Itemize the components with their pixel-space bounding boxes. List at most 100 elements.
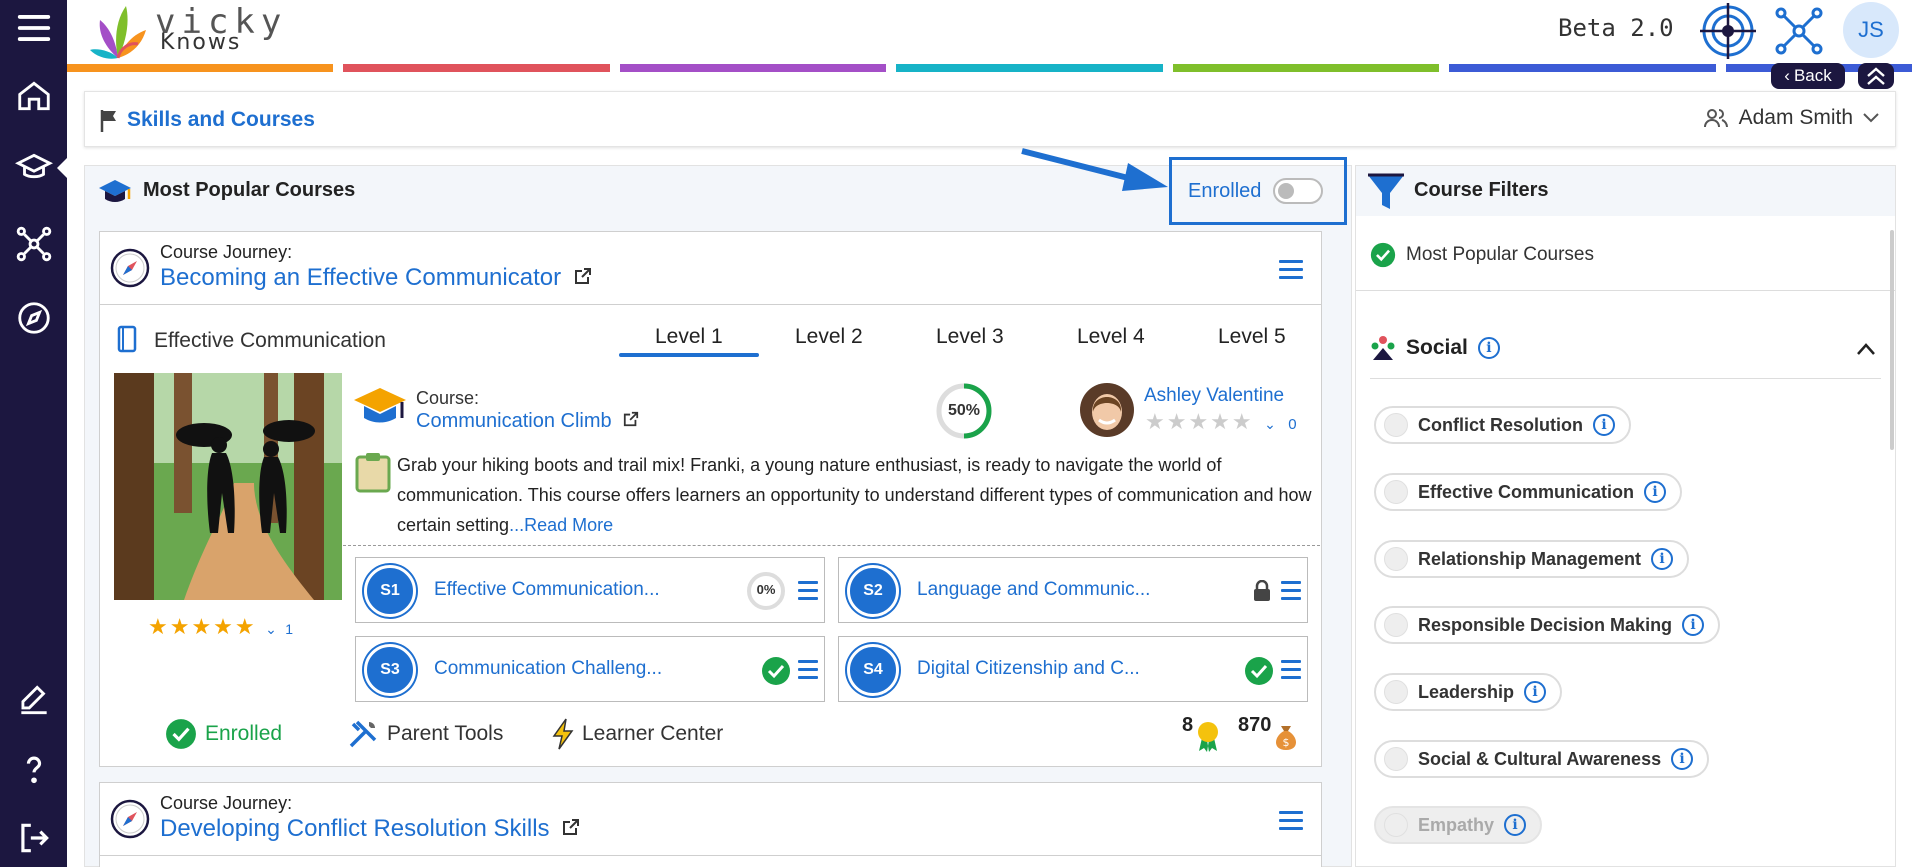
read-more-link[interactable]: ...Read More xyxy=(509,515,613,535)
help-icon[interactable] xyxy=(0,742,67,798)
enrolled-filter-toggle[interactable]: Enrolled xyxy=(1169,157,1347,225)
chevron-up-icon[interactable] xyxy=(1856,342,1876,356)
external-link-icon xyxy=(574,268,591,284)
tab-level-1[interactable]: Level 1 xyxy=(655,325,723,349)
chip-label: Relationship Management xyxy=(1418,548,1642,569)
logout-icon[interactable] xyxy=(0,810,67,866)
radio[interactable] xyxy=(1384,613,1408,637)
tab-level-5[interactable]: Level 5 xyxy=(1218,325,1286,349)
radio[interactable] xyxy=(1384,547,1408,571)
parent-tools-link[interactable]: Parent Tools xyxy=(347,718,503,750)
filter-chip-conflict-resolution[interactable]: Conflict Resolution i xyxy=(1374,406,1631,444)
info-icon[interactable]: i xyxy=(1644,481,1667,503)
course-rating[interactable]: ★★★★★ ⌄ 1 xyxy=(148,614,293,640)
author-avatar[interactable] xyxy=(1079,382,1135,438)
chevron-left-icon: ‹ xyxy=(1784,66,1790,85)
filter-chip-responsible-decision-making[interactable]: Responsible Decision Making i xyxy=(1374,606,1721,644)
home-icon[interactable] xyxy=(0,68,67,124)
lesson-number: S1 xyxy=(364,565,416,617)
tab-level-2[interactable]: Level 2 xyxy=(795,325,863,349)
user-menu[interactable]: Adam Smith xyxy=(1703,106,1879,130)
network-top-icon[interactable] xyxy=(1771,3,1827,59)
parent-tools-label: Parent Tools xyxy=(387,722,504,745)
points-count: 870 xyxy=(1238,714,1272,736)
filter-chip-relationship-management[interactable]: Relationship Management i xyxy=(1374,540,1690,578)
tab-level-3[interactable]: Level 3 xyxy=(936,325,1004,349)
user-avatar[interactable]: JS xyxy=(1843,2,1899,58)
journey-label: Course Journey: xyxy=(160,793,293,813)
author-rating[interactable]: ★★★★★ ⌄ 0 xyxy=(1145,409,1297,435)
users-icon xyxy=(1703,109,1728,128)
filter-chip-effective-communication[interactable]: Effective Communication i xyxy=(1374,473,1683,511)
target-icon[interactable] xyxy=(1700,3,1756,59)
radio[interactable] xyxy=(1384,480,1408,504)
filter-chip-social-cultural-awareness[interactable]: Social & Cultural Awareness i xyxy=(1374,740,1710,778)
chip-label: Empathy xyxy=(1418,814,1495,835)
filter-chip-empathy[interactable]: Empathy i xyxy=(1374,806,1543,844)
skill-name: Effective Communication xyxy=(154,329,386,352)
color-stripe xyxy=(67,64,1912,72)
lesson-menu-icon[interactable] xyxy=(1281,581,1301,601)
enrolled-toggle-label: Enrolled xyxy=(1188,179,1262,202)
double-chevron-up-icon xyxy=(1867,67,1885,85)
menu-icon[interactable] xyxy=(0,0,67,56)
lesson-progress: 0% xyxy=(756,582,776,597)
filters-scrollbar[interactable] xyxy=(1890,230,1894,450)
info-icon[interactable]: i xyxy=(1651,548,1674,570)
logo-subtext: Knows xyxy=(160,30,242,55)
lesson-s4[interactable]: S4 Digital Citizenship and C... xyxy=(838,636,1308,702)
scroll-top-button[interactable] xyxy=(1858,63,1894,89)
course-thumbnail[interactable] xyxy=(114,373,342,600)
lesson-menu-icon[interactable] xyxy=(1281,660,1301,680)
tab-level-4[interactable]: Level 4 xyxy=(1077,325,1145,349)
radio[interactable] xyxy=(1384,813,1408,837)
journey-menu-icon[interactable] xyxy=(1279,260,1303,280)
radio[interactable] xyxy=(1384,747,1408,771)
category-social-header[interactable]: Social i xyxy=(1370,334,1500,362)
author-name[interactable]: Ashley Valentine xyxy=(1144,385,1284,407)
sidebar xyxy=(0,0,67,867)
active-filter[interactable]: Most Popular Courses xyxy=(1370,242,1594,268)
compass-icon[interactable] xyxy=(0,290,67,346)
funnel-icon xyxy=(1368,173,1404,209)
page-title[interactable]: Skills and Courses xyxy=(127,108,315,132)
filters-header: Course Filters xyxy=(1356,166,1895,216)
info-icon[interactable]: i xyxy=(1682,614,1705,636)
courses-cap-icon[interactable] xyxy=(0,140,67,196)
compass-journey-icon xyxy=(110,799,150,839)
journey-title[interactable]: Developing Conflict Resolution Skills xyxy=(160,815,580,843)
back-button[interactable]: ‹ Back xyxy=(1771,63,1845,89)
journey-title-text: Becoming an Effective Communicator xyxy=(160,264,562,291)
lesson-s2[interactable]: S2 Language and Communic... xyxy=(838,557,1308,623)
lesson-menu-icon[interactable] xyxy=(798,581,818,601)
star-icon: ★★★★★ xyxy=(148,614,257,639)
filter-chip-leadership[interactable]: Leadership i xyxy=(1374,673,1563,711)
journey-title[interactable]: Becoming an Effective Communicator xyxy=(160,264,592,292)
info-icon[interactable]: i xyxy=(1524,681,1547,703)
active-filter-label: Most Popular Courses xyxy=(1406,244,1594,265)
radio[interactable] xyxy=(1384,680,1408,704)
info-icon[interactable]: i xyxy=(1671,748,1694,770)
money-bag-icon: $ xyxy=(1276,726,1296,750)
lock-icon xyxy=(1254,580,1270,601)
lesson-title: Effective Communication... xyxy=(434,579,660,600)
radio[interactable] xyxy=(1384,413,1408,437)
learner-center-link[interactable]: Learner Center xyxy=(552,718,723,750)
course-title-link[interactable]: Communication Climb xyxy=(416,410,639,433)
user-name: Adam Smith xyxy=(1738,106,1853,129)
lesson-s3[interactable]: S3 Communication Challeng... xyxy=(355,636,825,702)
learner-center-label: Learner Center xyxy=(582,722,724,745)
lesson-number: S4 xyxy=(847,644,899,696)
ribbon-badge-icon xyxy=(1198,722,1218,752)
info-icon[interactable]: i xyxy=(1593,414,1615,436)
lesson-menu-icon[interactable] xyxy=(798,660,818,680)
enrolled-switch[interactable] xyxy=(1273,178,1324,204)
info-icon[interactable]: i xyxy=(1504,814,1527,836)
journey-menu-icon[interactable] xyxy=(1279,811,1303,831)
chip-label: Leadership xyxy=(1418,681,1515,702)
journey-title-text: Developing Conflict Resolution Skills xyxy=(160,815,550,842)
info-icon[interactable]: i xyxy=(1477,337,1500,359)
lesson-s1[interactable]: S1 Effective Communication... 0% xyxy=(355,557,825,623)
network-icon[interactable] xyxy=(0,216,67,272)
edit-icon[interactable] xyxy=(0,672,67,728)
